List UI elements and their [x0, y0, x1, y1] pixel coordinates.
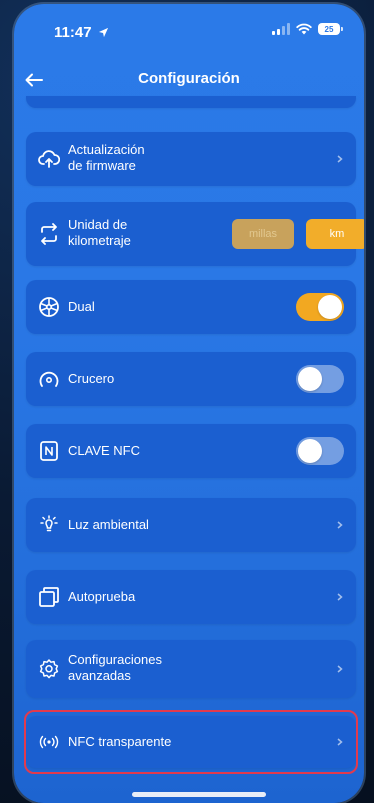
- wifi-icon: [296, 23, 312, 35]
- phone-screen: 11:47 25 Configuración Actualización de …: [14, 4, 364, 803]
- settings-item-firmware-label: Actualización de firmware: [68, 142, 145, 174]
- status-icons: 25: [272, 23, 343, 35]
- swap-arrows-icon: [38, 223, 60, 245]
- unit-km-button[interactable]: km: [306, 219, 364, 249]
- settings-item-advanced[interactable]: Configuraciones avanzadas: [26, 640, 356, 698]
- firmware-line2: de firmware: [68, 158, 136, 173]
- self-test-icon: [38, 586, 60, 608]
- status-bar: 11:47 25: [14, 4, 364, 56]
- settings-item-selftest[interactable]: Autoprueba: [26, 570, 356, 624]
- nfc-key-toggle[interactable]: [296, 437, 344, 465]
- wheel-icon: [38, 296, 60, 318]
- firmware-line1: Actualización: [68, 142, 145, 157]
- chevron-right-icon: [336, 154, 344, 164]
- chevron-right-icon: [336, 592, 344, 602]
- settings-item-unit: Unidad de kilometraje millas km: [26, 202, 364, 266]
- settings-item-firmware[interactable]: Actualización de firmware: [26, 132, 356, 186]
- partial-card: [26, 96, 356, 108]
- speedometer-icon: [38, 368, 60, 390]
- location-arrow-icon: [98, 27, 108, 38]
- nfc-icon: [38, 440, 60, 462]
- settings-item-dual: Dual: [26, 280, 356, 334]
- light-icon: [38, 514, 60, 536]
- signal-icon: [272, 23, 290, 35]
- unit-miles-button[interactable]: millas: [232, 219, 294, 249]
- page-title: Configuración: [138, 70, 240, 87]
- chevron-right-icon: [336, 520, 344, 530]
- settings-item-advanced-label: Configuraciones avanzadas: [68, 652, 162, 684]
- settings-item-nfc-transparent-label: NFC transparente: [68, 734, 172, 749]
- status-time-text: 11:47: [54, 24, 92, 41]
- unit-line2: kilometraje: [68, 233, 131, 248]
- chevron-right-icon: [336, 737, 344, 747]
- settings-item-cruise-label: Crucero: [68, 371, 115, 386]
- settings-item-unit-label: Unidad de kilometraje: [68, 217, 131, 249]
- header: Configuración: [14, 62, 364, 98]
- nfc-waves-icon: [38, 731, 60, 753]
- unit-line1: Unidad de: [68, 217, 128, 232]
- status-time: 11:47: [54, 24, 109, 41]
- chevron-right-icon: [336, 664, 344, 674]
- advanced-line1: Configuraciones: [68, 652, 162, 667]
- settings-item-nfc-transparent[interactable]: NFC transparente: [26, 716, 356, 768]
- advanced-line2: avanzadas: [68, 668, 131, 683]
- home-indicator: [132, 792, 266, 797]
- settings-item-nfc-key: CLAVE NFC: [26, 424, 356, 478]
- cloud-upload-icon: [38, 148, 60, 170]
- settings-item-ambient-light-label: Luz ambiental: [68, 517, 149, 532]
- battery-icon: 25: [318, 23, 343, 35]
- cruise-toggle[interactable]: [296, 365, 344, 393]
- settings-item-dual-label: Dual: [68, 299, 95, 314]
- settings-gear-icon: [38, 658, 60, 680]
- settings-item-ambient-light[interactable]: Luz ambiental: [26, 498, 356, 552]
- settings-item-cruise: Crucero: [26, 352, 356, 406]
- battery-level: 25: [324, 24, 334, 34]
- settings-item-nfc-key-label: CLAVE NFC: [68, 443, 140, 458]
- settings-item-selftest-label: Autoprueba: [68, 589, 136, 604]
- dual-toggle[interactable]: [296, 293, 344, 321]
